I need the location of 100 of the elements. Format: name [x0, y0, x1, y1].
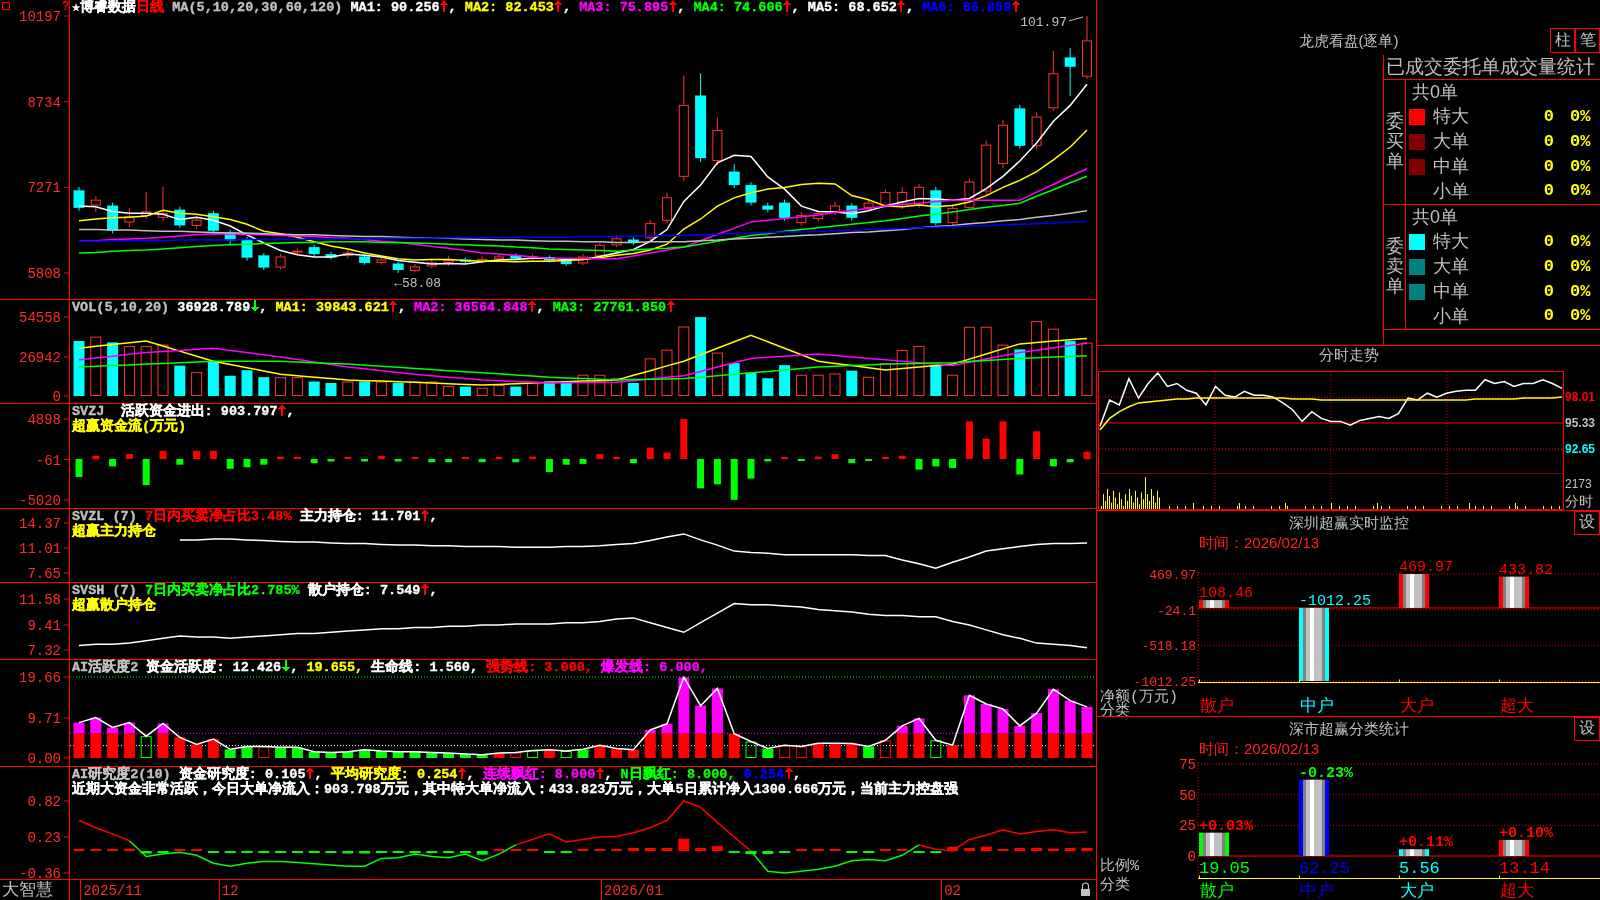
- axis-label: 0: [52, 389, 61, 403]
- date-label: 2026/01: [604, 883, 663, 899]
- axis-label: 95.33: [1565, 416, 1596, 430]
- axis-label: 0: [1187, 849, 1196, 865]
- category-label: 散户: [1200, 882, 1234, 900]
- axis-label: 8734: [27, 94, 61, 111]
- legend-text: AI研究度2(10): [72, 767, 171, 782]
- legend-text: 日线: [136, 0, 165, 15]
- legend-text: ,: [259, 300, 269, 315]
- category-label: 大户: [1400, 882, 1434, 900]
- axis-label: 4898: [27, 412, 61, 428]
- axis-label: -0.36: [19, 866, 61, 882]
- legend-text: 7日内买卖净占比2.785%: [144, 583, 300, 598]
- legend-text: SVZL (7): [72, 509, 137, 524]
- axis-label: -1012.25: [1133, 675, 1196, 690]
- category-label: 中户: [1300, 882, 1334, 900]
- category-label: 超大: [1500, 882, 1534, 900]
- legend-text: AI活跃度2: [72, 660, 140, 675]
- legend-text: 近期大资金非常活跃，今日大单净流入：903.798万元，其中特大单净流入：433.823万元，大单5日累计净入1300.666万元，当前主力控盘强: [72, 782, 959, 797]
- percent-value: 0%: [1570, 131, 1592, 153]
- axis-label: -24.1: [1157, 603, 1196, 619]
- help-mark: ?: [62, 0, 70, 14]
- axis-label: 9.41: [27, 618, 61, 634]
- axis-title: 比例%: [1100, 858, 1139, 875]
- value-label: -1012.25: [1299, 592, 1371, 610]
- axis-label: 11.01: [19, 541, 61, 557]
- count-value: 0: [1543, 281, 1554, 302]
- panel-title: 分时走势: [1318, 346, 1379, 363]
- percent-value: 0%: [1570, 181, 1592, 202]
- value-label: 19.05: [1199, 859, 1250, 878]
- axis-label: -518.18: [1141, 639, 1196, 655]
- category-label: 超大: [1500, 697, 1534, 716]
- axis-label: 98.01: [1565, 390, 1596, 404]
- row-label: 小单: [1433, 305, 1470, 328]
- legend-text: 强势线: 3.000,: [486, 660, 594, 675]
- legend-text: 超赢资金流(万元): [72, 419, 187, 434]
- percent-value: 0%: [1570, 156, 1592, 177]
- legend-text: 19.655,: [306, 660, 365, 675]
- axis-label: 50: [1179, 787, 1196, 804]
- axis-label: 9.71: [27, 711, 61, 727]
- legend-text: ,: [290, 660, 300, 675]
- legend-text: 平均研究度: 0.254: [330, 767, 458, 782]
- axis-label: 26942: [19, 350, 61, 366]
- legend-text: MA4: 74.606: [693, 0, 783, 15]
- legend-text: 散户持仓: 7.549: [306, 583, 421, 598]
- change-label: +0.10%: [1499, 824, 1553, 842]
- legend-text: MA2: 82.453: [464, 0, 554, 15]
- value-label: 108.46: [1199, 585, 1253, 603]
- legend-text: ,: [791, 0, 801, 15]
- axis-label: 10197: [19, 9, 61, 25]
- legend-text: ,: [286, 404, 295, 419]
- count-value: 0: [1543, 306, 1554, 327]
- legend-text: MA5: 68.652: [807, 0, 897, 15]
- legend-text: 36928.789: [177, 300, 251, 315]
- price-label: ←58.08: [394, 276, 441, 291]
- row-label: 特大: [1433, 106, 1470, 128]
- change-label: +0.11%: [1399, 834, 1453, 852]
- legend-text: ,: [905, 0, 916, 15]
- legend-text: MA3: 27761.850: [552, 300, 667, 315]
- legend-text: 0.254: [743, 767, 785, 782]
- legend-text: MA2: 36564.848: [414, 300, 528, 315]
- legend-text: ,: [604, 767, 614, 782]
- row-label: 特大: [1433, 231, 1470, 253]
- legend-text: ,: [397, 300, 407, 315]
- total-count: 共0单: [1412, 207, 1458, 227]
- axis-label: 54558: [19, 310, 61, 326]
- legend-text: MA6: 66.859: [922, 0, 1012, 15]
- legend-text: 主力持仓: 11.701: [298, 509, 421, 524]
- legend-text: MA1: 90.256: [350, 0, 440, 15]
- value-label: 62.25: [1299, 859, 1350, 878]
- axis-label: 469.97: [1149, 568, 1196, 583]
- percent-value: 0%: [1570, 232, 1592, 253]
- axis-title: 分类: [1100, 877, 1130, 894]
- axis-label: 7.65: [27, 566, 61, 582]
- value-label: 5.56: [1399, 859, 1440, 878]
- category-label: 散户: [1200, 697, 1234, 716]
- row-label: 中单: [1433, 156, 1470, 178]
- row-label: 大单: [1433, 256, 1470, 278]
- panel-title: 深圳超赢实时监控: [1288, 514, 1409, 532]
- change-label: -0.23%: [1299, 764, 1353, 782]
- legend-text: 活跃资金进出: 903.797: [120, 404, 278, 419]
- count-value: 0: [1543, 107, 1554, 128]
- legend-text: 超赢散户持仓: [72, 598, 156, 613]
- group-label: 委买单: [1385, 112, 1404, 172]
- app-logo-text: 大智慧: [2, 880, 53, 900]
- legend-text: VOL(5,10,20): [72, 300, 171, 315]
- count-value: 0: [1543, 256, 1554, 278]
- category-label: 大户: [1400, 697, 1434, 716]
- group-label: 委卖单: [1385, 237, 1404, 297]
- period-label: 分时: [1565, 494, 1593, 510]
- count-value: 0: [1543, 181, 1554, 202]
- percent-value: 0%: [1570, 306, 1592, 327]
- panel-title: 龙虎看盘(逐单): [1298, 31, 1399, 50]
- legend-text: ★博睿数据: [72, 0, 137, 15]
- legend-text: ,: [466, 767, 475, 782]
- legend-text: MA3: 75.895: [579, 0, 669, 15]
- count-value: 0: [1543, 131, 1554, 153]
- legend-text: ,: [536, 300, 546, 315]
- value-label: 469.97: [1399, 559, 1453, 576]
- total-count: 共0单: [1412, 82, 1458, 102]
